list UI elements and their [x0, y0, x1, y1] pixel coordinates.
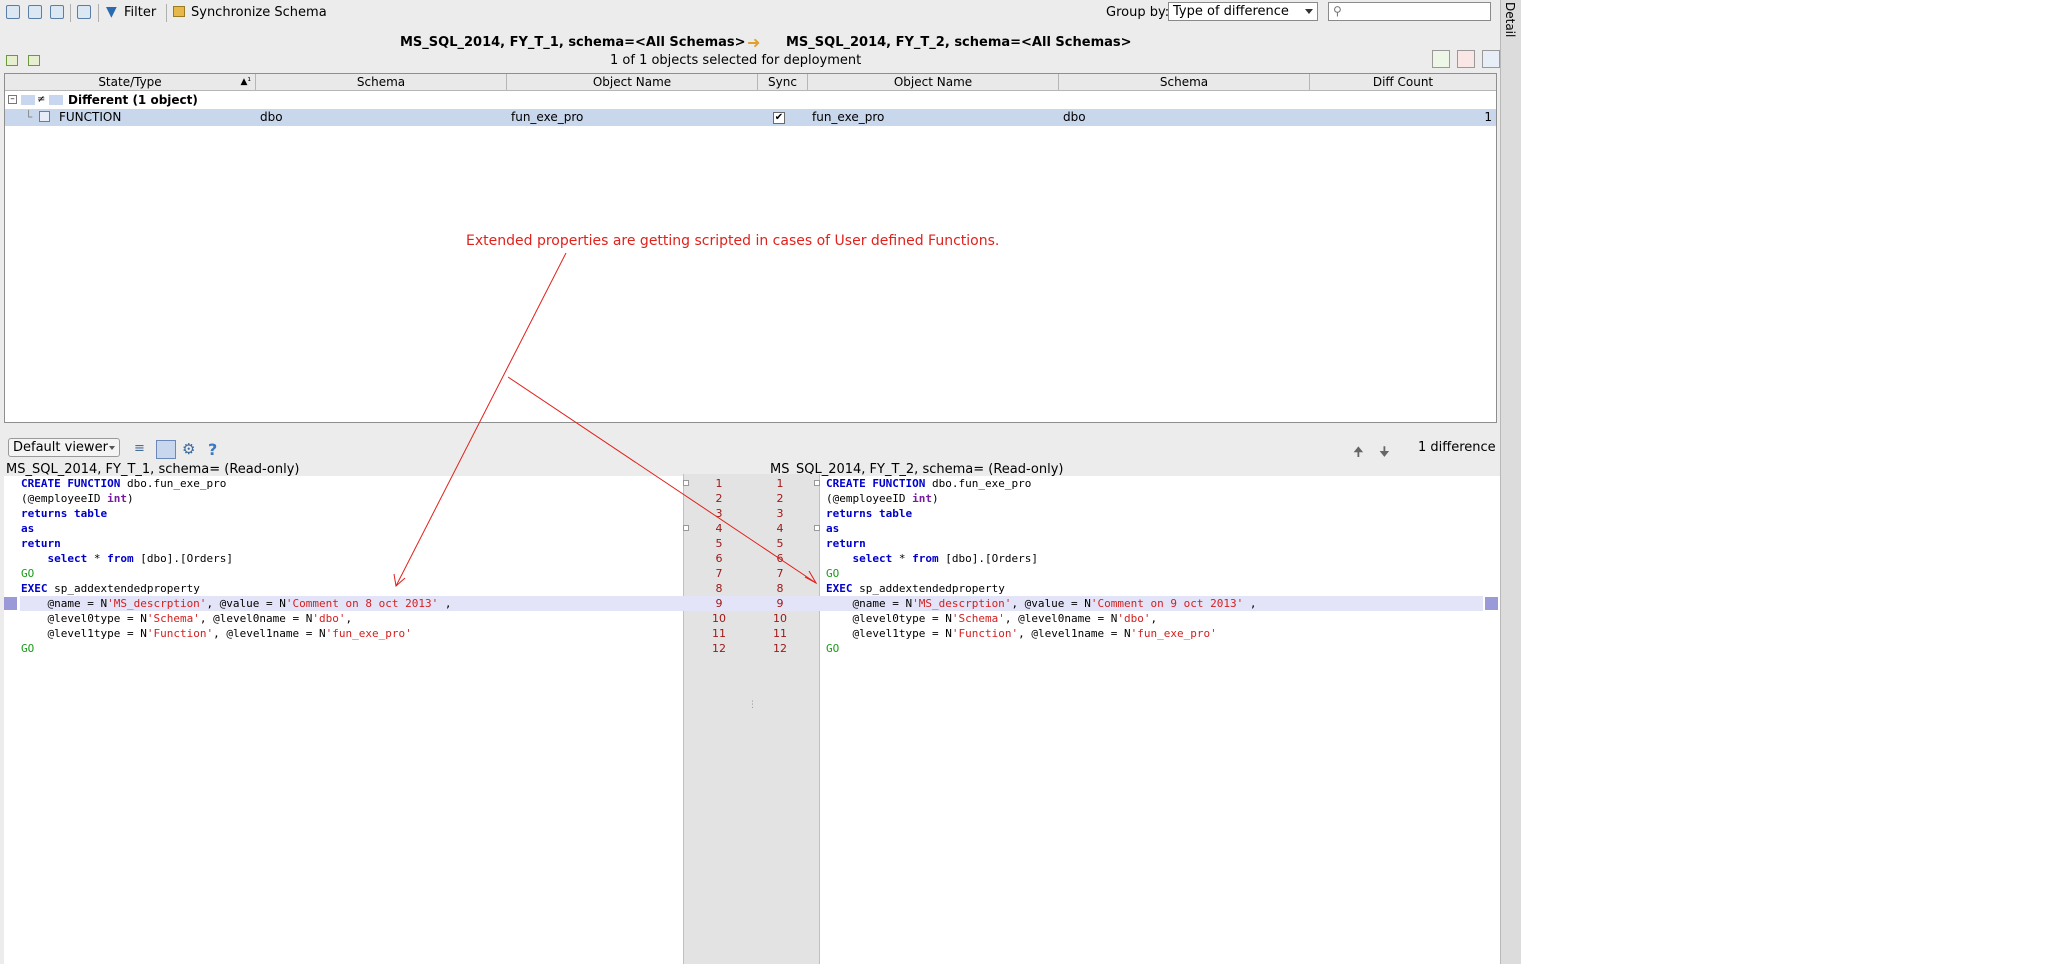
annotation-arrow-right: [507, 376, 817, 584]
annotation-arrows: [393, 252, 818, 587]
annotation-arrow-left: [395, 252, 567, 587]
detail-label: Detail: [1503, 2, 1517, 38]
detail-side-tab[interactable]: Detail: [1500, 0, 1521, 964]
